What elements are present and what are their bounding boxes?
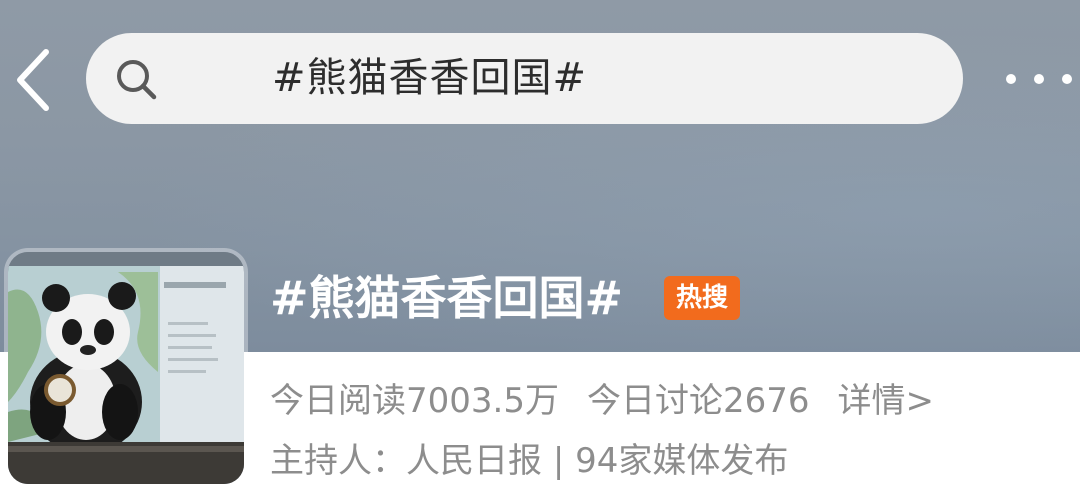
topic-host-info: 主持人：人民日报 | 94家媒体发布 [270, 436, 788, 486]
topic-title: #熊猫香香回国# [270, 271, 624, 325]
search-query[interactable]: #熊猫香香回国# [272, 33, 587, 124]
topic-thumbnail[interactable] [8, 252, 244, 484]
host-separator: | [552, 441, 565, 481]
search-icon [117, 60, 157, 100]
details-link[interactable]: 详情> [838, 381, 935, 421]
more-button[interactable] [1006, 62, 1072, 96]
topic-page: #熊猫香香回国# #熊猫香香回国# 热搜 今日阅读7003.5万 今日讨论267… [0, 0, 1080, 500]
panda-photo-icon [8, 252, 244, 484]
media-count: 94家媒体发布 [575, 441, 789, 481]
more-dot-icon [1034, 74, 1044, 84]
search-bar[interactable]: #熊猫香香回国# [86, 33, 963, 124]
host-label: 主持人：人民日报 [270, 441, 542, 481]
back-button[interactable] [6, 44, 62, 116]
hot-search-badge: 热搜 [664, 276, 740, 320]
today-reads: 今日阅读7003.5万 [270, 381, 559, 421]
chevron-left-icon [17, 49, 49, 111]
more-dot-icon [1062, 74, 1072, 84]
topic-stats: 今日阅读7003.5万 今日讨论2676 详情> [270, 376, 934, 426]
more-dot-icon [1006, 74, 1016, 84]
today-discussions: 今日讨论2676 [586, 381, 810, 421]
